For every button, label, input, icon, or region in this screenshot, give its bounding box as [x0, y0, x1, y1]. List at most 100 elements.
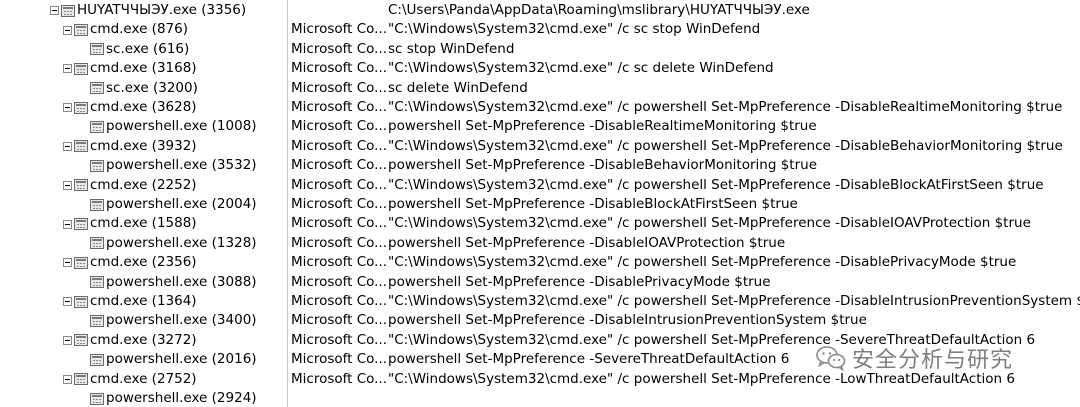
tree-row[interactable]: powershell.exe (3532): [90, 156, 257, 175]
command-line: "C:\Windows\System32\cmd.exe" /c powersh…: [388, 137, 1063, 154]
tree-row[interactable]: powershell.exe (3088): [90, 273, 257, 292]
detail-row[interactable]: Microsoft Co..."C:\Windows\System32\cmd.…: [291, 98, 1062, 117]
collapse-icon[interactable]: [63, 219, 72, 229]
detail-row[interactable]: Microsoft Co...powershell Set-MpPreferen…: [291, 311, 867, 330]
company-name: Microsoft Co...: [291, 370, 388, 387]
watermark-text: 安全分析与研究: [852, 348, 1014, 373]
collapse-icon[interactable]: [63, 25, 72, 35]
detail-row[interactable]: Microsoft Co...powershell Set-MpPreferen…: [291, 117, 817, 136]
detail-row[interactable]: Microsoft Co...sc stop WinDefend: [291, 40, 514, 59]
company-name: Microsoft Co...: [291, 60, 388, 77]
process-icon: [90, 82, 104, 95]
process-name: powershell.exe (3400): [106, 312, 257, 329]
process-name: cmd.exe (3932): [90, 137, 197, 154]
process-icon: [74, 24, 88, 37]
command-line: sc delete WinDefend: [388, 79, 528, 96]
process-icon: [90, 43, 104, 56]
company-name: Microsoft Co...: [291, 351, 388, 368]
collapse-icon[interactable]: [63, 141, 72, 151]
tree-row[interactable]: powershell.exe (1008): [90, 117, 257, 136]
company-name: Microsoft Co...: [291, 79, 388, 96]
tree-row[interactable]: HUYATЧЧЫЭУ.exe (3356): [50, 1, 246, 20]
detail-row[interactable]: Microsoft Co...powershell Set-MpPreferen…: [291, 234, 785, 253]
detail-row[interactable]: Microsoft Co..."C:\Windows\System32\cmd.…: [291, 59, 774, 78]
process-name: cmd.exe (2752): [90, 370, 197, 387]
process-icon: [90, 392, 104, 405]
company-name: Microsoft Co...: [291, 40, 388, 57]
tree-row[interactable]: powershell.exe (3400): [90, 311, 257, 330]
process-name: HUYATЧЧЫЭУ.exe (3356): [77, 2, 247, 18]
collapse-icon[interactable]: [63, 374, 72, 384]
tree-row[interactable]: powershell.exe (1328): [90, 234, 257, 253]
process-name: cmd.exe (1364): [90, 293, 197, 309]
command-line: powershell Set-MpPreference -DisablePriv…: [388, 273, 771, 290]
collapse-icon[interactable]: [63, 335, 72, 345]
tree-row[interactable]: cmd.exe (3932): [63, 137, 197, 156]
process-icon: [74, 373, 88, 386]
collapse-icon[interactable]: [63, 258, 72, 268]
company-name: Microsoft Co...: [291, 137, 388, 154]
tree-row[interactable]: powershell.exe (2924): [90, 389, 257, 407]
process-icon: [74, 179, 88, 192]
tree-row[interactable]: cmd.exe (2252): [63, 176, 197, 195]
tree-row[interactable]: cmd.exe (3168): [63, 59, 197, 78]
tree-row[interactable]: cmd.exe (3272): [63, 331, 197, 350]
command-line: "C:\Windows\System32\cmd.exe" /c sc stop…: [388, 21, 761, 38]
command-line: "C:\Windows\System32\cmd.exe" /c powersh…: [388, 215, 1031, 232]
detail-row[interactable]: Microsoft Co..."C:\Windows\System32\cmd.…: [291, 20, 760, 39]
command-line: powershell Set-MpPreference -DisableBeha…: [388, 157, 818, 174]
collapse-icon[interactable]: [63, 103, 72, 113]
tree-row[interactable]: powershell.exe (2016): [90, 350, 257, 369]
tree-row[interactable]: powershell.exe (2004): [90, 195, 257, 214]
tree-row[interactable]: sc.exe (3200): [90, 79, 198, 98]
detail-row[interactable]: Microsoft Co..."C:\Windows\System32\cmd.…: [291, 292, 1080, 311]
detail-row[interactable]: Microsoft Co...sc delete WinDefend: [291, 79, 528, 98]
column-divider[interactable]: [287, 0, 288, 407]
company-name: Microsoft Co...: [291, 118, 388, 135]
tree-row[interactable]: cmd.exe (876): [63, 20, 188, 39]
process-name: powershell.exe (2016): [106, 351, 257, 368]
company-name: Microsoft Co...: [291, 254, 388, 271]
process-name: cmd.exe (2356): [90, 254, 197, 271]
collapse-icon[interactable]: [50, 6, 59, 16]
tree-row[interactable]: cmd.exe (3628): [63, 98, 197, 117]
detail-row[interactable]: Microsoft Co...powershell Set-MpPreferen…: [291, 273, 771, 292]
collapse-icon[interactable]: [63, 64, 72, 74]
company-name: Microsoft Co...: [291, 157, 388, 174]
tree-row[interactable]: cmd.exe (1364): [63, 292, 197, 311]
process-name: cmd.exe (3272): [90, 331, 197, 348]
command-line: "C:\Windows\System32\cmd.exe" /c powersh…: [388, 176, 1044, 193]
detail-row[interactable]: Microsoft Co...powershell Set-MpPreferen…: [291, 350, 789, 369]
process-name: sc.exe (3200): [106, 79, 198, 96]
process-icon: [90, 159, 104, 172]
tree-row[interactable]: cmd.exe (1588): [63, 214, 197, 233]
process-icon: [74, 334, 88, 347]
detail-row[interactable]: Microsoft Co..."C:\Windows\System32\cmd.…: [291, 137, 1063, 156]
command-line: "C:\Windows\System32\cmd.exe" /c powersh…: [388, 254, 1017, 271]
process-name: powershell.exe (3532): [106, 157, 257, 174]
company-name: Microsoft Co...: [291, 21, 388, 38]
tree-row[interactable]: cmd.exe (2356): [63, 253, 197, 272]
detail-row[interactable]: Microsoft Co..."C:\Windows\System32\cmd.…: [291, 253, 1016, 272]
company-name: Microsoft Co...: [291, 99, 388, 115]
detail-row[interactable]: Microsoft Co..."C:\Windows\System32\cmd.…: [291, 214, 1031, 233]
tree-row[interactable]: cmd.exe (2752): [63, 370, 197, 389]
tree-row[interactable]: sc.exe (616): [90, 40, 189, 59]
collapse-icon[interactable]: [63, 297, 72, 307]
process-name: cmd.exe (3628): [90, 99, 197, 115]
process-icon: [74, 101, 88, 114]
process-icon: [74, 218, 88, 231]
command-line: powershell Set-MpPreference -DisableReal…: [388, 118, 817, 135]
process-name: powershell.exe (1008): [106, 118, 257, 135]
detail-row[interactable]: C:\Users\Panda\AppData\Roaming\mslibrary…: [291, 1, 810, 20]
detail-row[interactable]: Microsoft Co..."C:\Windows\System32\cmd.…: [291, 176, 1044, 195]
collapse-icon[interactable]: [63, 180, 72, 190]
detail-row[interactable]: Microsoft Co...powershell Set-MpPreferen…: [291, 156, 817, 175]
process-icon: [61, 4, 75, 17]
company-name: Microsoft Co...: [291, 293, 388, 309]
detail-row[interactable]: [291, 389, 388, 407]
process-icon: [90, 276, 104, 289]
command-line: "C:\Windows\System32\cmd.exe" /c powersh…: [388, 293, 1080, 309]
detail-row[interactable]: Microsoft Co...powershell Set-MpPreferen…: [291, 195, 798, 214]
company-name: Microsoft Co...: [291, 215, 388, 232]
